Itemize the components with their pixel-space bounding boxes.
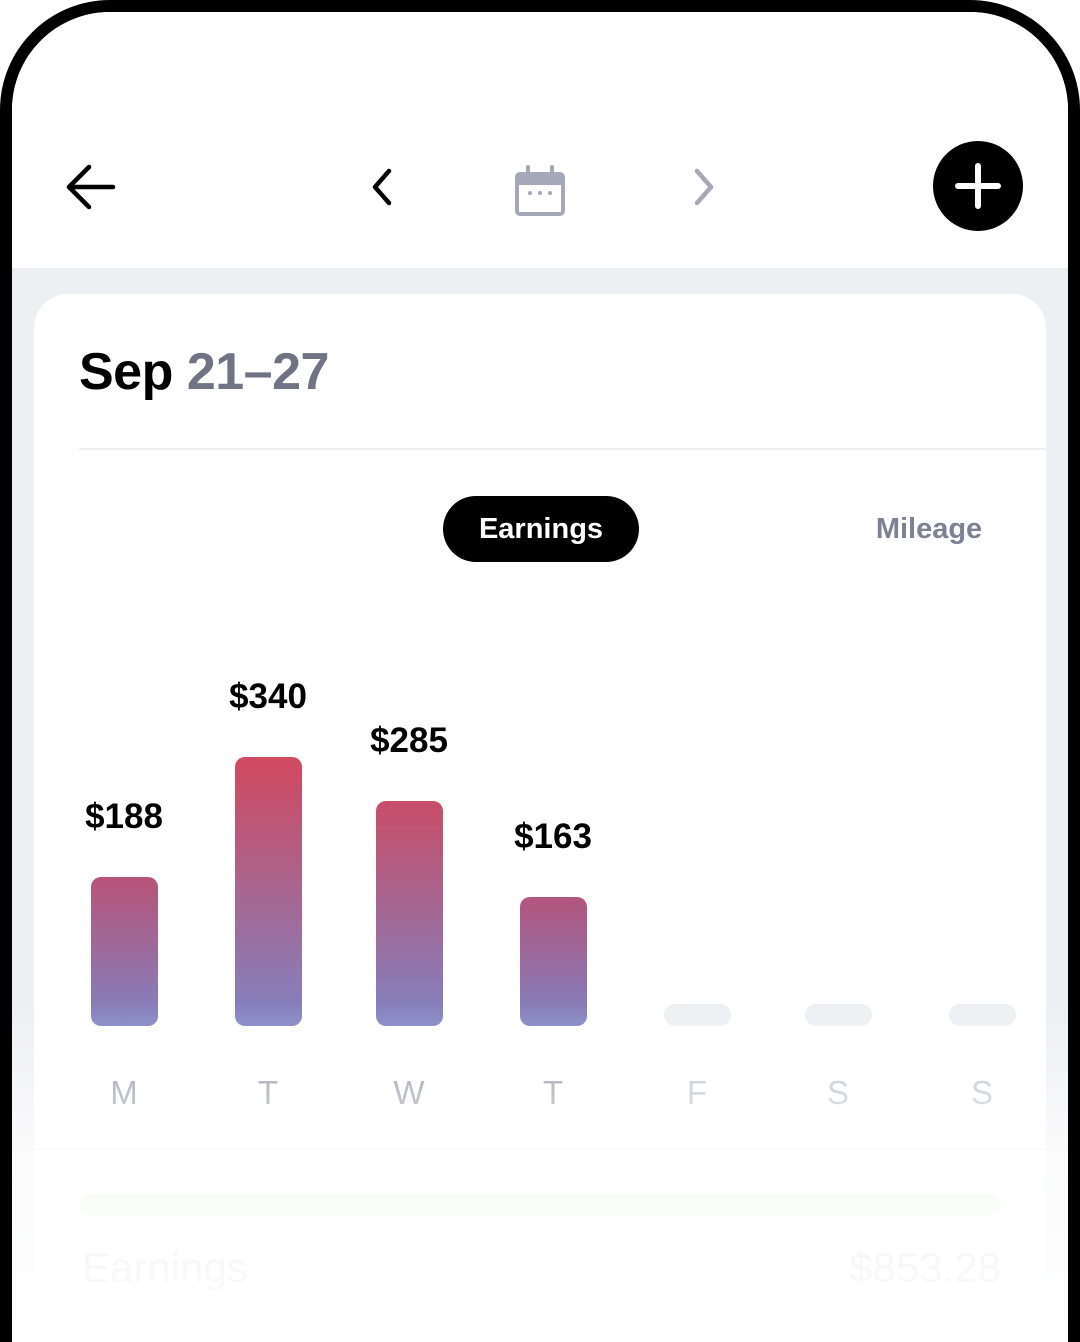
day-label: M xyxy=(110,1074,138,1111)
calendar-button[interactable] xyxy=(510,162,570,222)
top-bar xyxy=(12,12,1068,268)
chart-bar-empty xyxy=(663,1004,731,1026)
day-label: W xyxy=(393,1074,425,1111)
content-area: Sep 21–27 Earnings Mileage $188 M $340 T $28… xyxy=(12,268,1068,1342)
chevron-right-icon xyxy=(694,168,714,206)
chart-bar-empty xyxy=(948,1004,1016,1026)
weekly-summary-card: Sep 21–27 Earnings Mileage $188 M $340 T $28… xyxy=(34,294,1046,1342)
calendar-icon xyxy=(515,165,565,216)
chart-bar[interactable] xyxy=(519,897,587,1026)
chart-bar-empty xyxy=(804,1004,872,1026)
add-button[interactable] xyxy=(933,141,1023,231)
earnings-bar-chart: $188 M $340 T $285 W $163 T F S S xyxy=(34,294,1046,1342)
bar-value-label: $340 xyxy=(229,677,307,716)
back-button[interactable] xyxy=(56,152,126,222)
summary-label: Earnings xyxy=(82,1244,248,1291)
day-label: S xyxy=(826,1074,849,1111)
day-label: T xyxy=(542,1074,564,1111)
chart-bar[interactable] xyxy=(234,757,302,1026)
day-label: S xyxy=(970,1074,993,1111)
plus-icon xyxy=(955,163,1001,209)
bar-value-label: $285 xyxy=(370,721,448,760)
bar-value-label: $163 xyxy=(514,817,592,856)
day-label: F xyxy=(686,1074,708,1111)
summary-value: $853.28 xyxy=(849,1244,1001,1291)
day-label: T xyxy=(257,1074,279,1111)
phone-frame: Sep 21–27 Earnings Mileage $188 M $340 T $28… xyxy=(0,0,1080,1342)
section-divider xyxy=(34,1148,1046,1150)
next-week-button[interactable] xyxy=(684,162,724,212)
earnings-progress-bar xyxy=(79,1194,1001,1216)
chevron-left-icon xyxy=(372,168,392,206)
previous-week-button[interactable] xyxy=(362,162,402,212)
arrow-left-icon xyxy=(66,164,116,210)
chart-bar[interactable] xyxy=(375,801,443,1026)
chart-bar[interactable] xyxy=(90,877,158,1026)
bar-value-label: $188 xyxy=(85,797,163,836)
